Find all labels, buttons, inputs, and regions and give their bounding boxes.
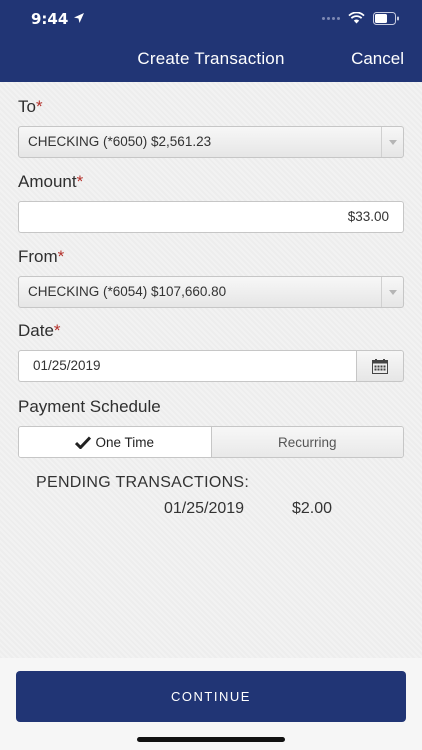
pending-transaction-amount: $2.00 [292, 500, 333, 517]
checkmark-icon [75, 435, 92, 449]
from-label-text: From [18, 247, 58, 266]
from-account-select[interactable]: CHECKING (*6054) $107,660.80 [18, 276, 404, 308]
payment-schedule-label: Payment Schedule [18, 397, 161, 416]
top-bar: 9:44 Create Transaction Cancel [0, 0, 422, 82]
required-mark: * [35, 97, 43, 116]
to-label: To* [18, 97, 43, 117]
payment-schedule-toggle: One Time Recurring [18, 426, 404, 458]
to-account-value: CHECKING (*6050) $2,561.23 [28, 134, 212, 149]
from-account-value: CHECKING (*6054) $107,660.80 [28, 284, 227, 299]
required-mark: * [76, 172, 84, 191]
to-account-select[interactable]: CHECKING (*6050) $2,561.23 [18, 126, 404, 158]
battery-icon [373, 11, 399, 25]
chevron-down-icon [381, 277, 403, 307]
calendar-button[interactable] [356, 350, 404, 382]
location-arrow-icon [74, 13, 84, 23]
one-time-label: One Time [95, 434, 155, 450]
chevron-down-icon [381, 127, 403, 157]
required-mark: * [57, 247, 65, 266]
pending-transactions-title: PENDING TRANSACTIONS: [36, 474, 250, 491]
home-indicator [137, 737, 285, 742]
pending-transaction-date: 01/25/2019 [164, 500, 245, 517]
calendar-icon [372, 358, 388, 374]
date-label-text: Date [18, 321, 54, 340]
cancel-button[interactable]: Cancel [351, 49, 404, 69]
amount-input[interactable]: $33.00 [18, 201, 404, 233]
to-label-text: To [18, 97, 36, 116]
status-indicators [322, 10, 400, 26]
from-label: From* [18, 247, 64, 267]
wifi-icon [348, 12, 365, 24]
continue-button[interactable]: CONTINUE [16, 671, 406, 722]
amount-label-text: Amount [18, 172, 77, 191]
one-time-option[interactable]: One Time [19, 427, 212, 457]
recurring-label: Recurring [277, 434, 337, 450]
status-time: 9:44 [31, 10, 69, 28]
amount-label: Amount* [18, 172, 83, 192]
recurring-option[interactable]: Recurring [211, 427, 403, 457]
required-mark: * [53, 321, 61, 340]
date-input[interactable]: 01/25/2019 [18, 350, 357, 382]
cellular-signal-icon [322, 16, 340, 20]
date-label: Date* [18, 321, 61, 341]
